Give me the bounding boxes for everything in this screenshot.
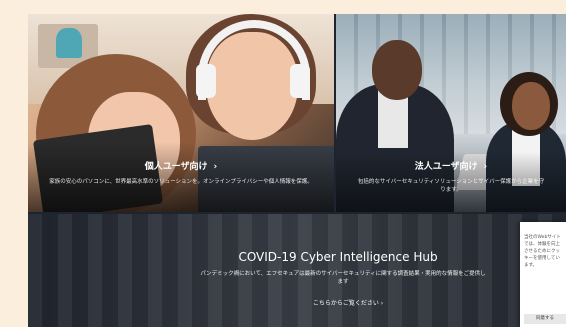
cookie-popup: 当社のWebサイトでは、体験を向上させるためにクッキーを使用しています。 同意す… [520,222,566,327]
consumer-title: 個人ユーザ向け [144,162,208,172]
consumer-caption: 個人ユーザ向け › 家族の安心のパソコンに、世界最高水準のソリューションを。オンラ… [28,154,334,186]
cookie-text: 当社のWebサイトでは、体験を向上させるためにクッキーを使用しています。 [524,235,561,268]
banner-description: パンデミック禍において、エフセキュアは最新のサイバーセキュリティに関する調査結果… [200,271,486,285]
banner-cta-label: こちらからご覧ください [312,300,379,307]
accept-button[interactable]: 同意する [524,314,566,324]
headphone-ear-right [290,64,310,98]
chevron-right-icon: › [380,300,384,307]
toy-figure [56,28,82,58]
chevron-right-icon: › [213,162,218,172]
banner-title: COVID-19 Cyber Intelligence Hub [238,250,438,264]
business-description: 包括的なサイバーセキュリティソリューションとサイバー保護から企業を守ります。 [357,179,545,193]
business-caption: 法人ユーザ向け › 包括的なサイバーセキュリティソリューションとサイバー保護から企… [336,154,566,194]
headphone-ear-left [196,64,216,98]
banner-cta-link[interactable]: こちらからご覧ください › [268,298,428,307]
woman-face [512,82,550,130]
covid-hub-banner[interactable]: COVID-19 Cyber Intelligence Hub パンデミック禍に… [28,214,566,327]
chevron-right-icon: › [483,162,488,172]
hero-grid: 個人ユーザ向け › 家族の安心のパソコンに、世界最高水準のソリューションを。オンラ… [28,14,566,327]
consumer-link[interactable]: 個人ユーザ向け › [145,159,218,172]
consumer-description: 家族の安心のパソコンに、世界最高水準のソリューションを。オンラインプライバシーや… [49,179,313,185]
business-link[interactable]: 法人ユーザ向け › [415,159,488,172]
man-head [372,40,422,100]
business-title: 法人ユーザ向け [414,162,478,172]
